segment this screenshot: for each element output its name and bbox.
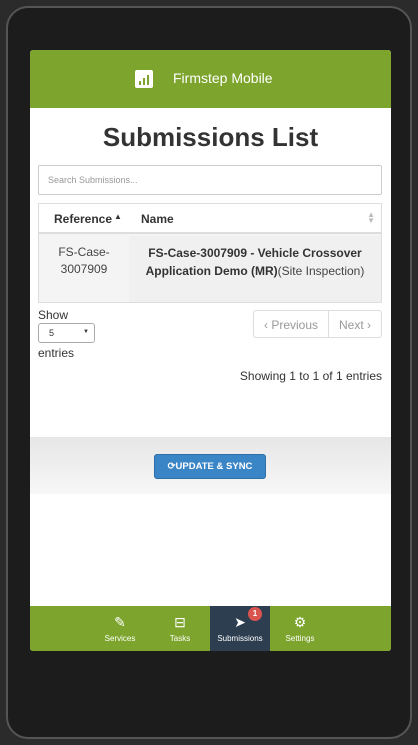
refresh-icon: ⟳ xyxy=(167,461,176,472)
app-title: Firmstep Mobile xyxy=(173,70,273,86)
table-info: Showing 1 to 1 of 1 entries xyxy=(239,369,382,383)
tab-settings[interactable]: ⚙ Settings xyxy=(270,606,330,651)
page-title: Submissions List xyxy=(102,122,319,152)
bottom-tab-bar: ✎ Services ⊟ Tasks ➤ Submissions 1 ⚙ Set… xyxy=(30,606,391,651)
column-header-name[interactable]: Name xyxy=(141,212,174,226)
submissions-table: Reference ▲ Name ▲ ▼ FS-Case- 3007909 FS-C… xyxy=(38,203,382,303)
tab-submissions[interactable]: ➤ Submissions 1 xyxy=(210,606,270,651)
sync-panel: ⟳UPDATE & SYNC xyxy=(30,437,391,494)
update-sync-button[interactable]: ⟳UPDATE & SYNC xyxy=(154,454,266,479)
entries-label: entries xyxy=(38,346,75,360)
table-cell-reference[interactable]: FS-Case- 3007909 xyxy=(39,236,129,302)
tab-tasks[interactable]: ⊟ Tasks xyxy=(150,606,210,651)
pagination: ‹ Previous Next › xyxy=(253,310,382,338)
app-header: Firmstep Mobile xyxy=(30,50,391,108)
app-screen: Firmstep Mobile Submissions List Referen… xyxy=(30,50,391,651)
previous-button[interactable]: ‹ Previous xyxy=(254,311,329,337)
tab-services[interactable]: ✎ Services xyxy=(90,606,150,651)
search-input[interactable] xyxy=(38,165,382,195)
page-length-control: Show 5 ▼ entries xyxy=(38,308,95,360)
sort-both-icon: ▲ ▼ xyxy=(367,210,375,225)
inbox-icon: ⊟ xyxy=(174,614,186,630)
submissions-count-badge: 1 xyxy=(248,607,262,621)
show-label: Show xyxy=(38,308,69,322)
gear-icon: ⚙ xyxy=(293,614,307,630)
caret-down-icon: ▼ xyxy=(83,329,89,335)
table-header: Reference ▲ Name ▲ ▼ xyxy=(39,204,381,234)
sort-asc-icon: ▲ xyxy=(114,212,122,221)
edit-icon: ✎ xyxy=(114,614,126,630)
page-length-select[interactable]: 5 ▼ xyxy=(38,323,95,343)
chart-logo-icon xyxy=(135,70,153,88)
column-header-reference[interactable]: Reference ▲ xyxy=(54,212,122,226)
table-cell-name[interactable]: FS-Case-3007909 - Vehicle Crossover Appl… xyxy=(129,236,381,302)
next-button[interactable]: Next › xyxy=(329,311,381,337)
